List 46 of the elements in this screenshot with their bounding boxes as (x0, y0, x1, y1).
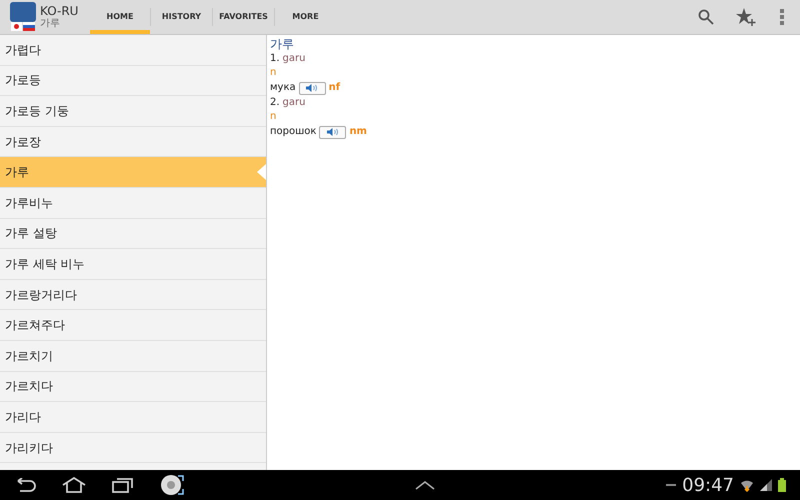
sense-number: 2. (270, 97, 280, 108)
language-pair: KO-RU (40, 5, 78, 17)
tab[interactable]: HISTORY (151, 0, 212, 34)
play-audio-button[interactable] (298, 82, 326, 94)
signal-icon (760, 479, 772, 491)
word-list-item[interactable]: 가루 세탁 비누 (0, 249, 266, 280)
romanization: garu (282, 53, 306, 64)
tab[interactable]: MORE (275, 0, 336, 34)
speaker-icon (326, 128, 339, 136)
translation: порошок (270, 125, 316, 139)
romanization: garu (282, 97, 306, 108)
overflow-menu-icon[interactable] (780, 9, 784, 25)
word-list-item[interactable]: 가르치기 (0, 340, 266, 372)
part-of-speech: n (270, 66, 276, 80)
sense-number: 1. (270, 53, 280, 64)
word-list-item[interactable]: 가렵다 (0, 35, 266, 66)
chevron-up-icon[interactable] (415, 480, 436, 490)
word-list-item[interactable]: 가로등 기둥 (0, 96, 266, 127)
wifi-icon (740, 478, 754, 492)
translation: мука (270, 81, 296, 95)
tab[interactable]: FAVORITES (213, 0, 274, 34)
app-logo-icon (10, 2, 36, 32)
word-list-item[interactable]: 가로등 (0, 66, 266, 96)
word-list-item[interactable]: 가루 설탕 (0, 218, 266, 250)
part-of-speech: n (270, 110, 276, 124)
word-list-item[interactable]: 가루 (0, 157, 266, 188)
gender-label: nf (328, 81, 340, 95)
headword: 가루 (270, 37, 295, 52)
word-list-item[interactable]: 가리다 (0, 402, 266, 433)
word-list-item[interactable]: 가리키다 (0, 432, 266, 464)
home-icon[interactable] (62, 477, 86, 493)
battery-icon (778, 478, 786, 492)
screenshot-icon[interactable] (160, 473, 184, 497)
play-audio-button[interactable] (319, 126, 346, 138)
word-list-item[interactable]: 가르쳐주다 (0, 310, 266, 341)
current-word: 가루 (40, 19, 61, 29)
recent-apps-icon[interactable] (112, 477, 134, 493)
search-icon[interactable] (698, 9, 714, 25)
word-list-item[interactable]: 가르랑거리다 (0, 280, 266, 310)
clock: 09:47 (682, 474, 734, 498)
gender-label: nm (349, 125, 367, 139)
word-list-item[interactable]: 가루비누 (0, 188, 266, 219)
speaker-icon (306, 84, 318, 92)
dash-icon (666, 484, 676, 486)
word-list-item[interactable]: 가르치다 (0, 372, 266, 402)
star-plus-icon[interactable] (736, 8, 758, 26)
